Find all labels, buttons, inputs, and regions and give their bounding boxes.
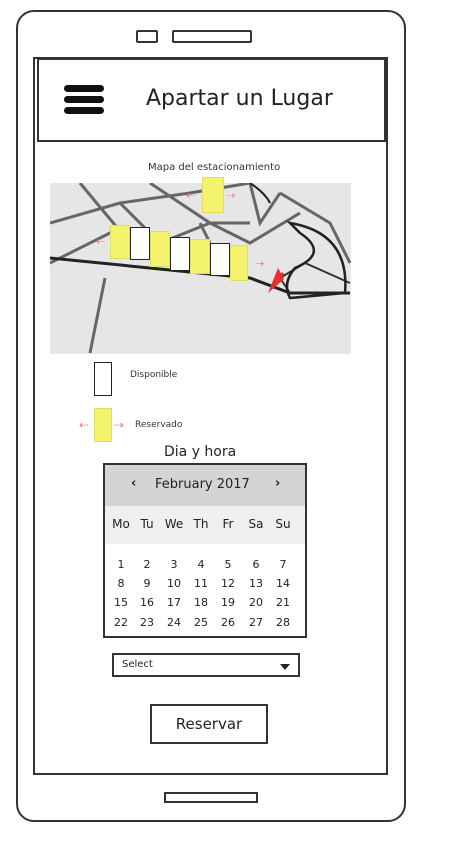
- calendar-day[interactable]: 7: [270, 558, 296, 571]
- arrow-left-icon: ⇠: [96, 235, 106, 248]
- hamburger-menu-icon[interactable]: [64, 85, 104, 115]
- calendar-day[interactable]: 2: [134, 558, 160, 571]
- calendar-day[interactable]: 17: [161, 596, 187, 609]
- date-time-heading: Dia y hora: [164, 444, 237, 460]
- calendar-day[interactable]: 16: [134, 596, 160, 609]
- parking-spot-reserved[interactable]: [202, 177, 224, 213]
- parking-spot-reserved[interactable]: [190, 239, 210, 274]
- calendar-day[interactable]: 4: [188, 558, 214, 571]
- weekday-label: Fr: [222, 517, 234, 531]
- arrow-right-icon: ⇢: [226, 189, 236, 202]
- legend-reserved-swatch: [94, 408, 112, 442]
- calendar-day[interactable]: 18: [188, 596, 214, 609]
- parking-spot-available[interactable]: [210, 243, 230, 276]
- calendar-month-label: February 2017: [155, 477, 250, 492]
- parking-spot-reserved[interactable]: [150, 231, 170, 267]
- time-select-value: Select: [122, 659, 153, 670]
- calendar-day[interactable]: 25: [188, 616, 214, 629]
- calendar-day[interactable]: 22: [108, 616, 134, 629]
- parking-spot-available[interactable]: [130, 227, 150, 260]
- calendar-prev-button[interactable]: ‹: [131, 476, 136, 491]
- caret-down-icon: [280, 664, 290, 670]
- calendar-day[interactable]: 8: [108, 577, 134, 590]
- calendar-day[interactable]: 5: [215, 558, 241, 571]
- map-label: Mapa del estacionamiento: [148, 162, 281, 173]
- calendar-day[interactable]: 28: [270, 616, 296, 629]
- parking-spot-reserved[interactable]: [230, 245, 248, 281]
- parking-spot-reserved[interactable]: [110, 225, 130, 259]
- calendar-day[interactable]: 12: [215, 577, 241, 590]
- calendar-day[interactable]: 13: [243, 577, 269, 590]
- calendar-day[interactable]: 14: [270, 577, 296, 590]
- arrow-left-icon: ⇠: [79, 418, 90, 432]
- calendar-day[interactable]: 27: [243, 616, 269, 629]
- weekday-label: Su: [275, 517, 291, 531]
- parking-spot-available[interactable]: [170, 237, 190, 271]
- weekday-label: Sa: [248, 517, 264, 531]
- calendar-day[interactable]: 10: [161, 577, 187, 590]
- arrow-right-icon: ⇢: [255, 257, 265, 270]
- weekday-label: Mo: [112, 517, 130, 531]
- legend-available-label: Disponible: [130, 370, 178, 380]
- arrow-right-icon: ⇢: [114, 418, 125, 432]
- reserve-button[interactable]: Reservar: [150, 704, 268, 744]
- calendar-day[interactable]: 9: [134, 577, 160, 590]
- calendar-day[interactable]: 20: [243, 596, 269, 609]
- calendar: ‹ February 2017 › Mo Tu We Th Fr Sa Su 1…: [103, 463, 307, 638]
- calendar-day[interactable]: 1: [108, 558, 134, 571]
- calendar-day[interactable]: 6: [243, 558, 269, 571]
- weekday-label: Tu: [140, 517, 154, 531]
- calendar-day[interactable]: 24: [161, 616, 187, 629]
- legend-available-swatch: [94, 362, 112, 396]
- weekday-label: We: [164, 517, 184, 531]
- legend-reserved-label: Reservado: [135, 420, 183, 430]
- calendar-day[interactable]: 23: [134, 616, 160, 629]
- speaker-slot: [172, 30, 252, 43]
- parking-map[interactable]: ⇠ ⇠ ⇢ ⇢: [50, 177, 351, 354]
- calendar-day[interactable]: 26: [215, 616, 241, 629]
- calendar-day[interactable]: 15: [108, 596, 134, 609]
- weekday-label: Th: [193, 517, 209, 531]
- calendar-day[interactable]: 3: [161, 558, 187, 571]
- calendar-day[interactable]: 19: [215, 596, 241, 609]
- calendar-next-button[interactable]: ›: [275, 476, 280, 491]
- home-button[interactable]: [164, 792, 258, 803]
- calendar-day[interactable]: 11: [188, 577, 214, 590]
- arrow-left-icon: ⇠: [186, 189, 196, 202]
- camera-dot: [136, 30, 158, 43]
- calendar-day[interactable]: 21: [270, 596, 296, 609]
- time-select[interactable]: Select: [112, 653, 300, 677]
- page-title: Apartar un Lugar: [146, 86, 333, 111]
